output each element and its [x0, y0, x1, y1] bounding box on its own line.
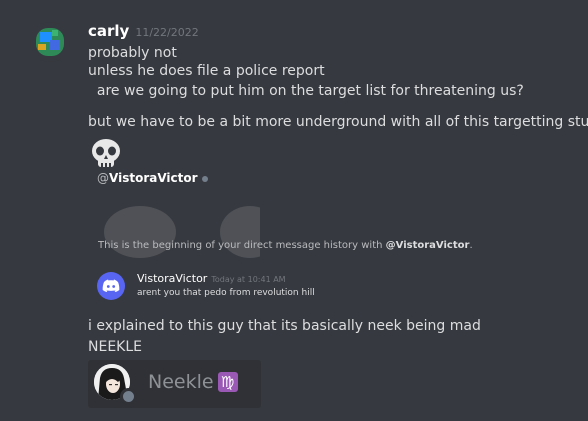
profile-card[interactable]: Neekle ♍ — [88, 360, 261, 408]
dm-history-notice: This is the beginning of your direct mes… — [98, 240, 473, 251]
message-line: probably not — [88, 45, 177, 61]
offline-status-icon — [201, 175, 208, 182]
message-timestamp: 11/22/2022 — [135, 26, 199, 39]
mention-username[interactable]: VistoraVictor — [109, 171, 198, 185]
profile-name[interactable]: Neekle ♍ — [148, 371, 238, 393]
history-text: This is the beginning of your direct mes… — [98, 240, 386, 251]
mention-user[interactable]: @VistoraVictor — [97, 171, 208, 185]
dm-author[interactable]: VistoraVictor Today at 10:41 AM — [137, 272, 286, 285]
dm-message-text: arent you that pedo from revolution hill — [137, 288, 315, 298]
message-line: NEEKLE — [88, 339, 142, 355]
message-line: but we have to be a bit more underground… — [88, 114, 588, 130]
history-suffix: . — [469, 240, 473, 251]
history-username[interactable]: @VistoraVictor — [386, 240, 470, 251]
message-author[interactable]: carly 11/22/2022 — [88, 22, 199, 40]
author-name[interactable]: carly — [88, 22, 129, 40]
message-line: unless he does file a police report — [88, 63, 325, 79]
user-avatar[interactable] — [30, 22, 70, 62]
offline-status-icon — [120, 388, 137, 405]
dm-avatar[interactable] — [97, 272, 125, 300]
mention-prefix: @ — [97, 171, 109, 185]
dm-author-name[interactable]: VistoraVictor — [137, 272, 207, 285]
discord-logo-icon — [102, 279, 120, 292]
virgo-badge-icon: ♍ — [217, 372, 238, 392]
profile-name-text[interactable]: Neekle — [148, 371, 214, 393]
globe-avatar-icon — [36, 28, 64, 56]
discord-logo-icon — [100, 202, 280, 266]
message-line: i explained to this guy that its basical… — [88, 318, 481, 334]
message-line: are we going to put him on the target li… — [88, 83, 524, 99]
dm-timestamp: Today at 10:41 AM — [211, 275, 286, 284]
skull-emoji-icon — [89, 137, 123, 171]
